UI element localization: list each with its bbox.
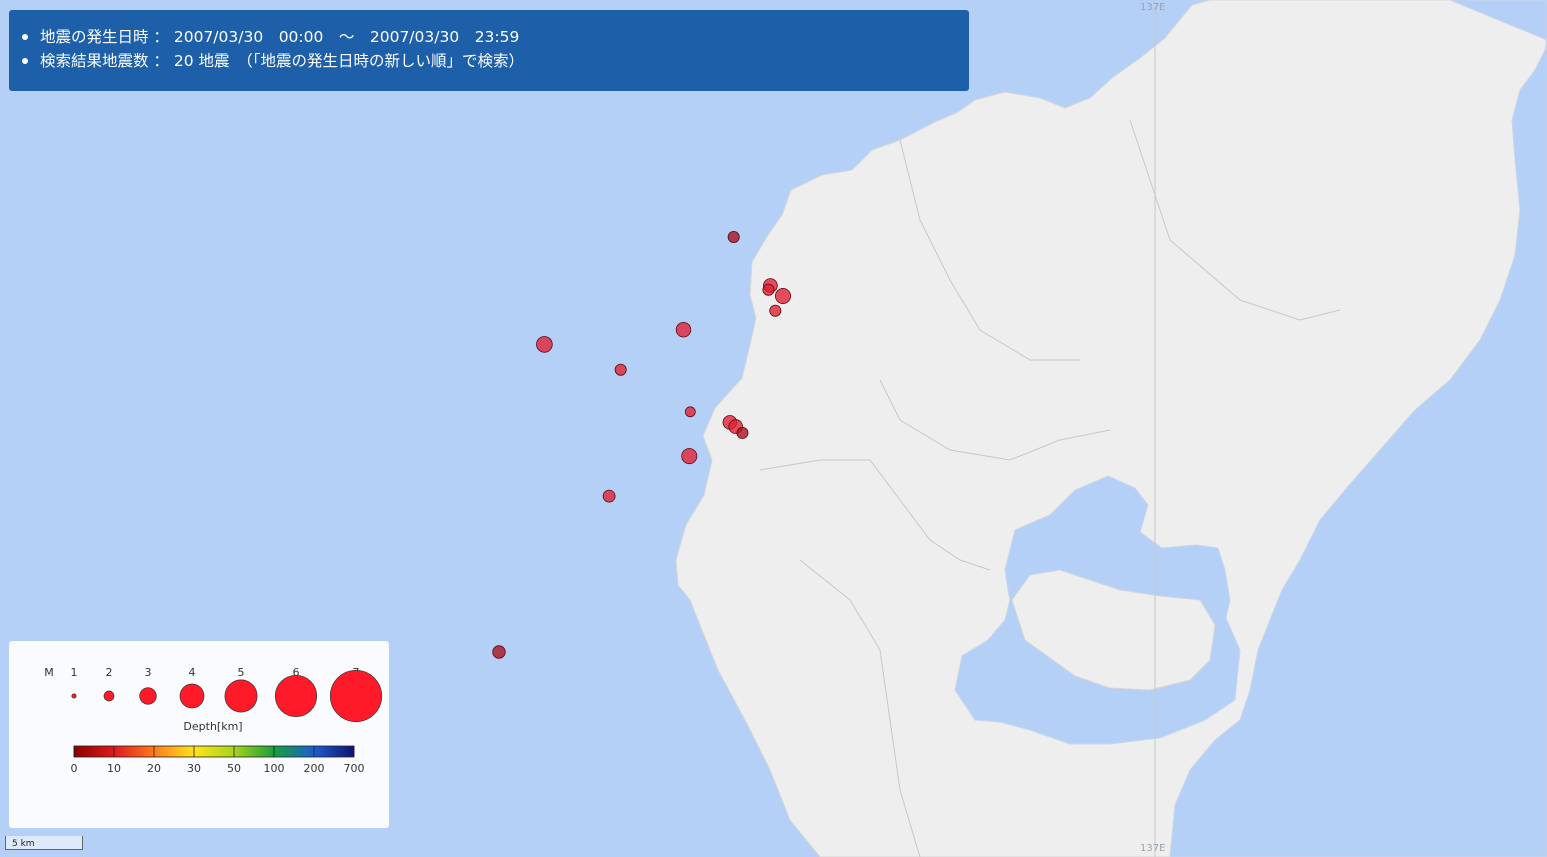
legend: M 1234567 Depth[km] 010203050100200700 bbox=[9, 641, 389, 828]
depth-tick-20: 20 bbox=[147, 762, 161, 775]
magnitude-symbol-3 bbox=[139, 687, 157, 705]
depth-tick-30: 30 bbox=[187, 762, 201, 775]
earthquake-marker-5[interactable] bbox=[769, 304, 782, 317]
search-info-panel: 地震の発生日時 ： 2007/03/30 00:00 ～ 2007/03/30 … bbox=[9, 10, 969, 91]
earthquake-marker-8[interactable] bbox=[614, 363, 627, 376]
depth-tick-10: 10 bbox=[107, 762, 121, 775]
earthquake-marker-9[interactable] bbox=[684, 406, 696, 418]
magnitude-symbol-4 bbox=[179, 683, 205, 709]
magnitude-symbol-6 bbox=[274, 674, 318, 718]
magnitude-symbol-5 bbox=[224, 679, 258, 713]
depth-tick-50: 50 bbox=[227, 762, 241, 775]
search-info-list: 地震の発生日時 ： 2007/03/30 00:00 ～ 2007/03/30 … bbox=[21, 25, 969, 73]
earthquake-marker-1[interactable] bbox=[727, 230, 740, 243]
earthquake-marker-7[interactable] bbox=[536, 336, 553, 353]
earthquake-marker-6[interactable] bbox=[675, 322, 692, 338]
depth-tick-700: 700 bbox=[344, 762, 365, 775]
magnitude-scale: 1234567 bbox=[71, 666, 383, 723]
magnitude-tick-4: 4 bbox=[189, 666, 196, 679]
magnitude-symbol-1 bbox=[71, 693, 77, 699]
scale-bar: 5 km bbox=[5, 836, 83, 850]
result-count-text: 検索結果地震数 ： 20 地震 （「地震の発生日時の新しい順」で検索） bbox=[21, 49, 969, 73]
scale-label: 5 km bbox=[12, 839, 35, 849]
depth-tick-0: 0 bbox=[71, 762, 78, 775]
meridian-label-bottom: 137E bbox=[1140, 843, 1166, 854]
magnitude-tick-2: 2 bbox=[106, 666, 113, 679]
depth-tick-200: 200 bbox=[304, 762, 325, 775]
depth-tick-100: 100 bbox=[264, 762, 285, 775]
magnitude-symbol-2 bbox=[103, 690, 115, 702]
magnitude-label: M bbox=[44, 666, 54, 679]
magnitude-tick-3: 3 bbox=[145, 666, 152, 679]
depth-gradient bbox=[73, 745, 355, 758]
earthquake-marker-12[interactable] bbox=[736, 426, 749, 439]
earthquake-marker-15[interactable] bbox=[492, 645, 506, 659]
earthquake-marker-13[interactable] bbox=[681, 448, 698, 465]
magnitude-tick-5: 5 bbox=[238, 666, 245, 679]
meridian-label-top: 137E bbox=[1140, 2, 1166, 13]
earthquake-marker-2[interactable] bbox=[775, 287, 792, 304]
magnitude-tick-1: 1 bbox=[71, 666, 78, 679]
earthquake-marker-4[interactable] bbox=[762, 283, 775, 296]
date-range-text: 地震の発生日時 ： 2007/03/30 00:00 ～ 2007/03/30 … bbox=[21, 25, 969, 49]
depth-title: Depth[km] bbox=[183, 720, 242, 733]
magnitude-symbol-7 bbox=[329, 669, 383, 723]
depth-color-bar: 0 10 20 30 50 100 200 700 bbox=[71, 745, 365, 775]
earthquake-marker-14[interactable] bbox=[602, 489, 616, 503]
